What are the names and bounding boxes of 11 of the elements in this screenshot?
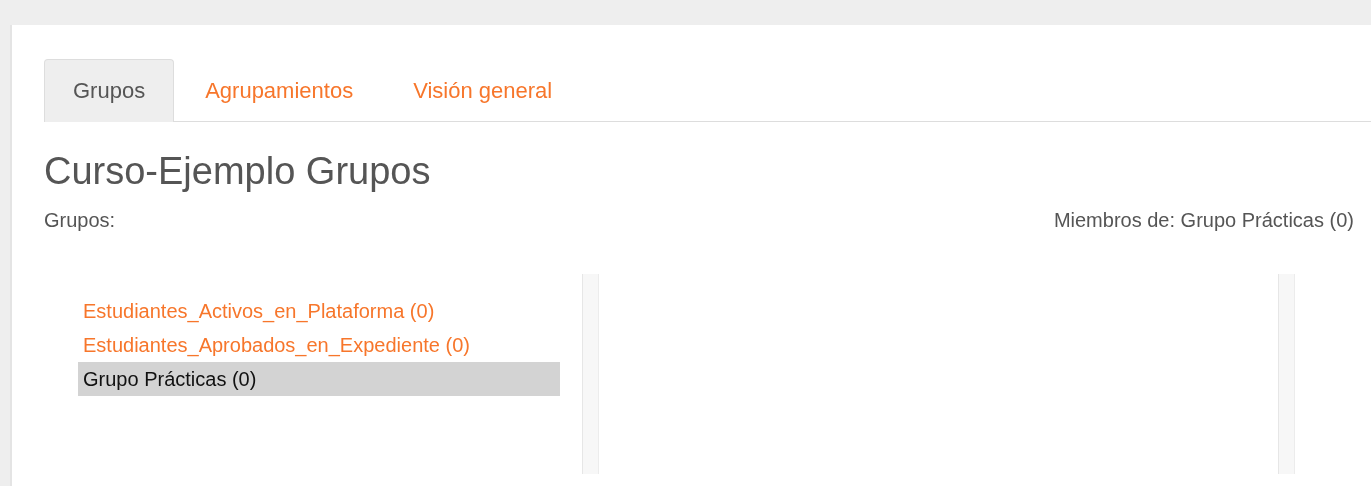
page-title: Curso-Ejemplo Grupos (44, 149, 432, 194)
group-list-item[interactable]: Estudiantes_Aprobados_en_Expediente (0) (78, 328, 560, 362)
tab[interactable]: Visión general (384, 59, 582, 122)
scrollbar[interactable] (582, 274, 599, 474)
groups-label: Grupos: (44, 208, 116, 233)
tab[interactable]: Agrupamientos (176, 59, 383, 122)
members-label: Miembros de: Grupo Prácticas (0) (1053, 208, 1354, 233)
tab[interactable]: Grupos (44, 59, 175, 122)
group-list-item[interactable]: Estudiantes_Activos_en_Plataforma (0) (78, 294, 560, 328)
group-list-item[interactable]: Grupo Prácticas (0) (78, 362, 560, 396)
scrollbar[interactable] (1278, 274, 1295, 474)
